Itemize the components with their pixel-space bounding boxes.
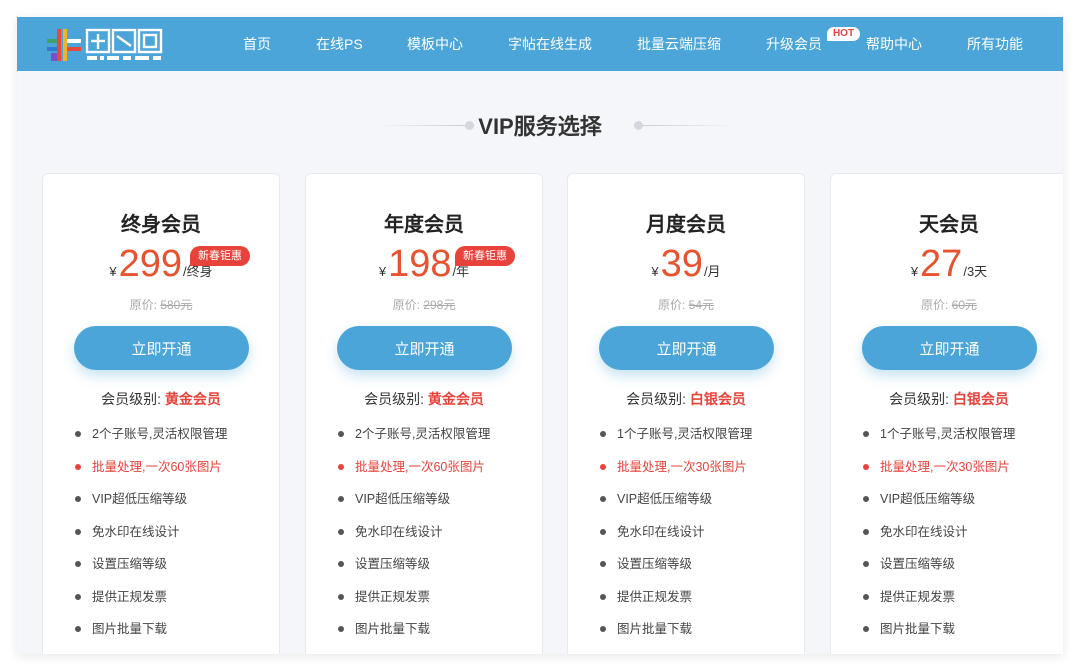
title-dot-right (634, 121, 643, 130)
feature-item-highlight: 批量处理,一次30张图片 (863, 459, 1015, 492)
original-price: 原价: 60元 (831, 296, 1063, 313)
member-level-value: 黄金会员 (164, 391, 221, 407)
feature-item: 图片批量下载 (338, 621, 490, 654)
original-price-label: 原价: (657, 298, 689, 312)
price-period: /3天 (963, 264, 988, 279)
promo-badge: 新春钜惠 (455, 246, 515, 266)
feature-item: VIP超低压缩等级 (863, 491, 1015, 524)
feature-item: VIP超低压缩等级 (75, 491, 227, 524)
feature-item: 设置压缩等级 (75, 556, 227, 589)
promo-badge: 新春钜惠 (190, 246, 250, 266)
original-price-value: 580元 (160, 298, 193, 312)
original-price: 原价: 298元 (306, 296, 542, 313)
feature-item: 2个子账号,灵活权限管理 (75, 426, 227, 459)
member-level-label: 会员级别: (889, 391, 953, 407)
member-level-value: 黄金会员 (427, 391, 484, 407)
feature-item: 提供正规发票 (75, 589, 227, 622)
feature-item: 设置压缩等级 (338, 556, 490, 589)
nav-batch-cloud-compress[interactable]: 批量云端压缩 (637, 17, 721, 71)
feature-list: 1个子账号,灵活权限管理 批量处理,一次30张图片 VIP超低压缩等级 免水印在… (600, 426, 752, 654)
subscribe-button[interactable]: 立即开通 (337, 326, 512, 370)
original-price-label: 原价: (392, 298, 424, 312)
top-nav-bar: 首页 在线PS 模板中心 字帖在线生成 批量云端压缩 升级会员 HOT 帮助中心… (17, 17, 1063, 71)
member-level-label: 会员级别: (626, 391, 690, 407)
feature-item: 1个子账号,灵活权限管理 (863, 426, 1015, 459)
price-row: ¥ 39 /月 (568, 242, 804, 286)
member-level: 会员级别: 白银会员 (831, 389, 1063, 409)
feature-item: 图片批量下载 (863, 621, 1015, 654)
feature-item: 设置压缩等级 (863, 556, 1015, 589)
plan-card-daily: 天会员 ¥ 27 /3天 原价: 60元 立即开通 会员级别: 白银会员 1个子… (830, 173, 1063, 654)
nav-home[interactable]: 首页 (243, 17, 271, 71)
nav-copybook-generator[interactable]: 字帖在线生成 (508, 17, 592, 71)
original-price: 原价: 54元 (568, 296, 804, 313)
feature-item: 1个子账号,灵活权限管理 (600, 426, 752, 459)
member-level-value: 白银会员 (689, 391, 746, 407)
price-period: /月 (703, 264, 721, 279)
feature-item-highlight: 批量处理,一次60张图片 (75, 459, 227, 492)
member-level: 会员级别: 黄金会员 (43, 389, 279, 409)
title-divider-right (643, 125, 733, 126)
plan-name: 终身会员 (121, 214, 201, 236)
feature-item: 设置压缩等级 (600, 556, 752, 589)
plan-name: 月度会员 (646, 214, 726, 236)
hot-badge: HOT (827, 27, 860, 41)
nav-online-ps[interactable]: 在线PS (316, 17, 363, 71)
feature-item: 免水印在线设计 (600, 524, 752, 557)
subscribe-button[interactable]: 立即开通 (862, 326, 1037, 370)
feature-list: 2个子账号,灵活权限管理 批量处理,一次60张图片 VIP超低压缩等级 免水印在… (75, 426, 227, 654)
feature-item: 图片批量下载 (600, 621, 752, 654)
plan-card-lifetime: 终身会员 ¥ 299 /终身 新春钜惠 原价: 580元 立即开通 会员级别: … (42, 173, 280, 654)
original-price-value: 54元 (688, 298, 715, 312)
price-amount: 299 (118, 243, 182, 285)
feature-item: 免水印在线设计 (338, 524, 490, 557)
member-level: 会员级别: 白银会员 (568, 389, 804, 409)
feature-item: 图片批量下载 (75, 621, 227, 654)
plan-card-annual: 年度会员 ¥ 198 /年 新春钜惠 原价: 298元 立即开通 会员级别: 黄… (305, 173, 543, 654)
feature-item: VIP超低压缩等级 (600, 491, 752, 524)
plan-name: 年度会员 (384, 214, 464, 236)
feature-item-highlight: 批量处理,一次30张图片 (600, 459, 752, 492)
subscribe-button[interactable]: 立即开通 (599, 326, 774, 370)
plan-card-monthly: 月度会员 ¥ 39 /月 原价: 54元 立即开通 会员级别: 白银会员 1个子… (567, 173, 805, 654)
feature-item: 免水印在线设计 (75, 524, 227, 557)
feature-item: 免水印在线设计 (863, 524, 1015, 557)
currency-symbol: ¥ (910, 264, 919, 279)
section-title: VIP服务选择 (478, 114, 602, 139)
feature-item: 提供正规发票 (863, 589, 1015, 622)
original-price-value: 60元 (951, 298, 978, 312)
currency-symbol: ¥ (109, 264, 117, 279)
feature-item-highlight: 批量处理,一次60张图片 (338, 459, 490, 492)
site-logo[interactable] (47, 25, 172, 65)
original-price-label: 原价: (129, 298, 161, 312)
plan-name: 天会员 (919, 214, 979, 236)
member-level-label: 会员级别: (364, 391, 428, 407)
feature-item: VIP超低压缩等级 (338, 491, 490, 524)
subscribe-button[interactable]: 立即开通 (74, 326, 249, 370)
member-level-value: 白银会员 (952, 391, 1009, 407)
price-amount: 27 (920, 243, 963, 285)
price-amount: 198 (388, 243, 452, 285)
nav-help-center[interactable]: 帮助中心 (866, 17, 922, 71)
original-price: 原价: 580元 (43, 296, 279, 313)
feature-list: 2个子账号,灵活权限管理 批量处理,一次60张图片 VIP超低压缩等级 免水印在… (338, 426, 490, 654)
member-level-label: 会员级别: (101, 391, 165, 407)
feature-item: 2个子账号,灵活权限管理 (338, 426, 490, 459)
original-price-value: 298元 (423, 298, 456, 312)
original-price-label: 原价: (920, 298, 952, 312)
currency-symbol: ¥ (378, 264, 387, 279)
nav-template-center[interactable]: 模板中心 (407, 17, 463, 71)
feature-list: 1个子账号,灵活权限管理 批量处理,一次30张图片 VIP超低压缩等级 免水印在… (863, 426, 1015, 654)
nav-all-features[interactable]: 所有功能 (967, 17, 1023, 71)
currency-symbol: ¥ (651, 264, 659, 279)
member-level: 会员级别: 黄金会员 (306, 389, 542, 409)
price-amount: 39 (660, 243, 703, 285)
feature-item: 提供正规发票 (338, 589, 490, 622)
page-frame: 首页 在线PS 模板中心 字帖在线生成 批量云端压缩 升级会员 HOT 帮助中心… (17, 17, 1063, 654)
price-row: ¥ 27 /3天 (831, 242, 1063, 286)
feature-item: 提供正规发票 (600, 589, 752, 622)
nav-upgrade-vip[interactable]: 升级会员 (766, 17, 822, 71)
